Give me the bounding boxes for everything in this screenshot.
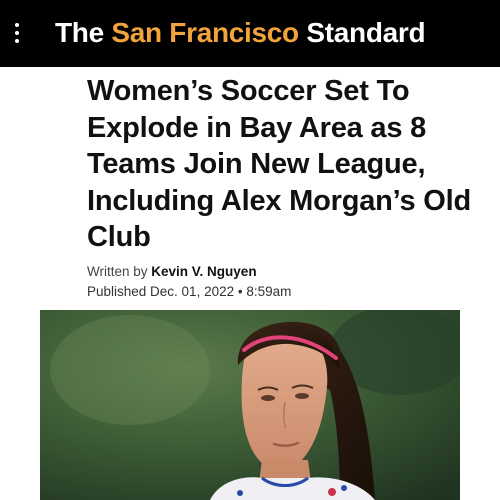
menu-dot [15, 23, 19, 27]
byline-prefix: Written by [87, 264, 152, 279]
menu-button[interactable] [10, 20, 24, 46]
menu-dot [15, 31, 19, 35]
article-hero-image [40, 310, 460, 500]
author-link[interactable]: Kevin V. Nguyen [151, 264, 256, 279]
site-header: The San Francisco Standard [0, 0, 500, 67]
brand-suffix: Standard [298, 17, 426, 48]
brand-prefix: The [55, 17, 112, 48]
site-logo[interactable]: The San Francisco Standard [55, 15, 426, 51]
player-photo-illustration [40, 310, 460, 500]
brand-accent: San Francisco [111, 17, 299, 48]
menu-dot [15, 39, 19, 43]
article-page: The San Francisco Standard Women’s Socce… [0, 0, 500, 500]
byline: Written by Kevin V. Nguyen [87, 263, 257, 281]
article-headline: Women’s Soccer Set To Explode in Bay Are… [87, 75, 471, 253]
publish-date: Published Dec. 01, 2022 • 8:59am [87, 284, 292, 299]
